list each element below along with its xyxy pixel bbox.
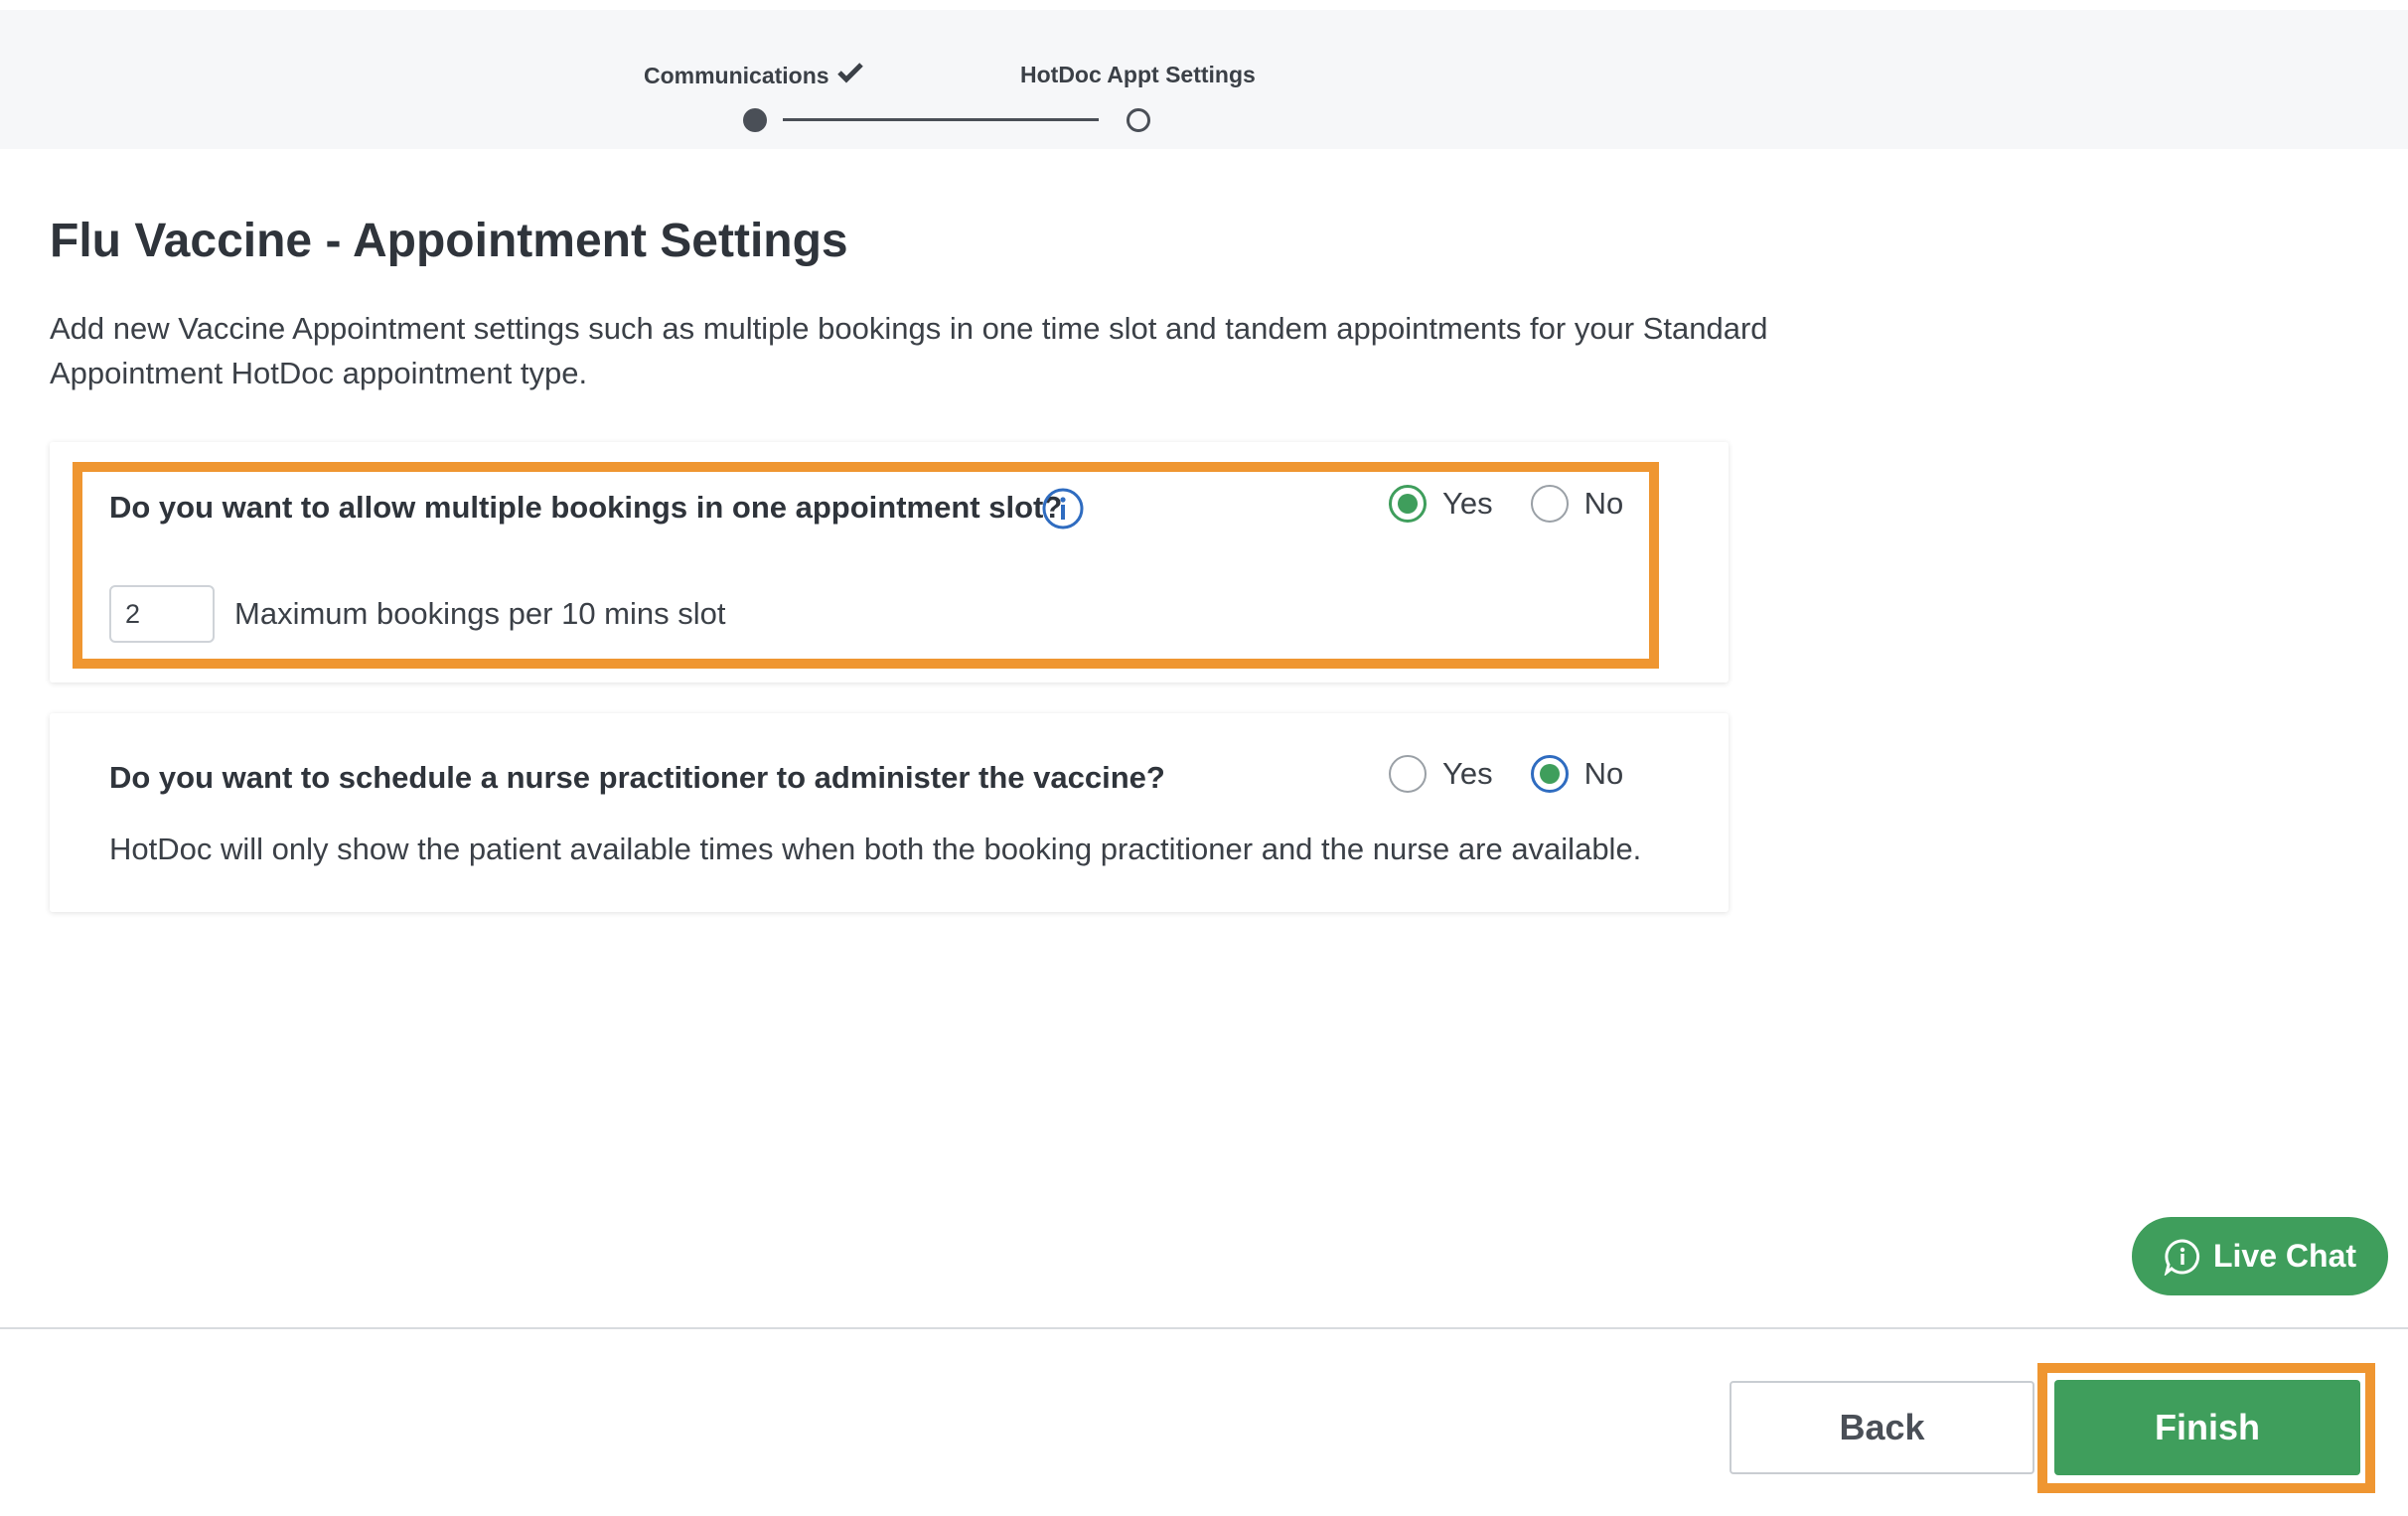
radio-label-no: No	[1583, 756, 1624, 791]
multiple-bookings-yes-option[interactable]: Yes	[1389, 485, 1493, 523]
step-label: Communications	[644, 63, 829, 88]
multiple-bookings-radio-group: Yes No	[1389, 485, 1661, 523]
radio-label-yes: Yes	[1442, 486, 1493, 521]
radio-button[interactable]	[1389, 755, 1427, 793]
page-description: Add new Vaccine Appointment settings suc…	[50, 311, 1768, 390]
step-dot-completed	[743, 108, 767, 132]
finish-button[interactable]: Finish	[2054, 1380, 2360, 1475]
info-icon[interactable]	[1041, 487, 1085, 531]
max-bookings-caption: Maximum bookings per 10 mins slot	[234, 596, 726, 631]
step-connector	[783, 118, 1099, 121]
multiple-bookings-question: Do you want to allow multiple bookings i…	[109, 490, 1063, 525]
radio-button-selected[interactable]	[1389, 485, 1427, 523]
radio-label-yes: Yes	[1442, 756, 1493, 791]
radio-button[interactable]	[1530, 485, 1569, 523]
checkmark-icon	[836, 62, 863, 89]
page-title: Flu Vaccine - Appointment Settings	[50, 215, 848, 267]
nurse-practitioner-yes-option[interactable]: Yes	[1389, 755, 1493, 793]
live-chat-label: Live Chat	[2212, 1238, 2357, 1274]
nurse-practitioner-question: Do you want to schedule a nurse practiti…	[109, 760, 1165, 795]
nurse-practitioner-no-option[interactable]: No	[1530, 755, 1624, 793]
back-button[interactable]: Back	[1730, 1381, 2034, 1474]
footer-divider	[0, 1327, 2408, 1329]
step-label: HotDoc Appt Settings	[1020, 62, 1256, 87]
step-hotdoc-appt-settings: HotDoc Appt Settings	[1020, 62, 1256, 88]
nurse-practitioner-radio-group: Yes No	[1389, 755, 1661, 793]
chat-info-icon	[2164, 1238, 2200, 1276]
radio-button-selected[interactable]	[1530, 755, 1569, 793]
max-bookings-input[interactable]	[109, 585, 215, 643]
radio-label-no: No	[1583, 486, 1624, 521]
progress-stepper: Communications HotDoc Appt Settings	[0, 10, 2408, 149]
step-dot-current	[1127, 108, 1150, 132]
multiple-bookings-no-option[interactable]: No	[1530, 485, 1624, 523]
live-chat-button[interactable]: Live Chat	[2132, 1217, 2388, 1295]
nurse-practitioner-note: HotDoc will only show the patient availa…	[109, 832, 1642, 866]
step-communications: Communications	[644, 62, 863, 89]
nurse-practitioner-card	[50, 713, 1729, 912]
